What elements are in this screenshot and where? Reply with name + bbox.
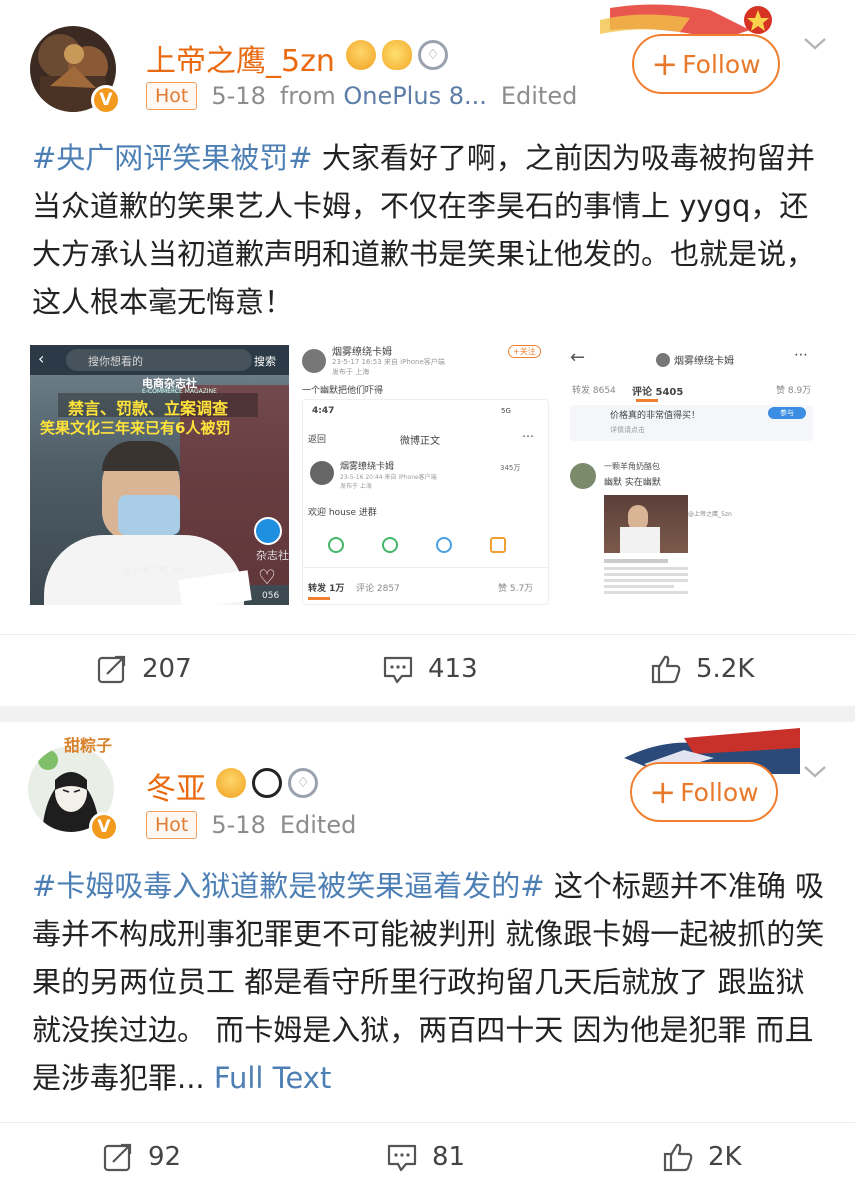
- comment-text: 幽默 实在幽默: [604, 478, 661, 488]
- username[interactable]: 冬亚: [146, 764, 206, 808]
- repost-button[interactable]: 207: [96, 653, 192, 685]
- post-text: #央广网评笑果被罚# 大家看好了啊，之前因为吸毒被拘留并当众道歉的笑果艺人卡姆，…: [32, 141, 816, 319]
- tab-like: 赞 8.9万: [776, 386, 812, 396]
- ad-sub: 详情请点击: [610, 426, 645, 434]
- verified-badge-icon: V: [89, 812, 119, 842]
- status-time: 4:47: [312, 406, 335, 416]
- repost-count: 92: [148, 1142, 182, 1172]
- full-text-link[interactable]: Full Text: [205, 1061, 331, 1095]
- medal-badge-icon: ♢: [288, 768, 318, 798]
- pufferfish-badge-icon: [382, 40, 412, 70]
- headline-1: 禁言、罚款、立案调查: [68, 399, 229, 418]
- top-meta: 23-5-17 16:53 来自 iPhone客户端: [332, 358, 445, 366]
- status-signal: 5G: [501, 407, 511, 415]
- top-loc: 发布于 上海: [332, 368, 370, 376]
- edited-label: Edited: [279, 811, 357, 839]
- post-date: 5-18: [211, 811, 266, 839]
- post-card: 甜粽子 V 冬亚 ♢ Hot 5-18 Edited + Follow #卡姆吸毒…: [0, 722, 855, 1200]
- repost-icon: [103, 1143, 132, 1172]
- thumbs-up-icon: [663, 1143, 693, 1172]
- medal-badge-icon: ♢: [418, 40, 448, 70]
- image-thumbnail-2[interactable]: 烟雾缭绕卡姆 23-5-17 16:53 来自 iPhone客户端 发布于 上海…: [296, 345, 555, 605]
- plus-icon: +: [649, 773, 677, 811]
- image-grid: ‹ 搜你想看的 搜索 电商杂志社 E-COMMERCE MAGAZINE 禁言、…: [30, 345, 821, 605]
- user-badges: ♢: [216, 768, 318, 798]
- ad-button: 参与: [768, 407, 806, 419]
- post-card: V 上帝之鹰_5zn ♢ Hot 5-18 from OnePlus 8... …: [0, 0, 855, 706]
- author-loc: 发布于 上海: [340, 483, 372, 490]
- corner-label: 杂志社: [256, 549, 289, 562]
- follow-button[interactable]: + Follow: [630, 762, 778, 822]
- avatar-caption: 甜粽子: [64, 736, 113, 755]
- watermark: @上帝之鹰_5zn: [688, 511, 732, 518]
- search-button-label: 搜索: [254, 355, 276, 368]
- user-badges: ♢: [346, 40, 448, 70]
- like-count: 5.2K: [696, 654, 755, 684]
- username[interactable]: 上帝之鹰_5zn: [146, 36, 335, 80]
- arrow-left-icon: ←: [570, 347, 586, 368]
- comment-count: 413: [428, 654, 478, 684]
- commenter-name: 一颗羊角奶酪包: [604, 462, 660, 471]
- repost-button[interactable]: 92: [102, 1141, 181, 1173]
- action-bar: 92 81 2K: [0, 1122, 855, 1192]
- headline-2: 笑果文化三年来已有6人被罚: [40, 419, 231, 437]
- tab-repost: 转发 1万: [308, 584, 345, 594]
- member-crown-icon: [216, 768, 246, 798]
- post-source: from OnePlus 8...: [279, 82, 487, 110]
- hashtag-link[interactable]: #央广网评笑果被罚#: [32, 141, 313, 175]
- back-icon: ‹: [38, 349, 45, 368]
- more-icon: ⋯: [522, 429, 534, 443]
- watermark: @上帝之鹰_5zn: [122, 566, 188, 576]
- comment-icon: [383, 656, 413, 684]
- back-link: 返回: [308, 435, 327, 445]
- more-icon: ⋯: [794, 347, 808, 363]
- page-title: 微博正文: [400, 436, 440, 447]
- image-thumbnail-1[interactable]: ‹ 搜你想看的 搜索 电商杂志社 E-COMMERCE MAGAZINE 禁言、…: [30, 345, 289, 605]
- comment-button[interactable]: 81: [386, 1141, 465, 1173]
- chevron-down-icon[interactable]: [802, 30, 828, 56]
- heart-icon: ♡: [258, 565, 276, 589]
- plus-icon: +: [651, 45, 679, 83]
- thumbs-up-icon: [651, 655, 681, 684]
- hashtag-link[interactable]: #卡姆吸毒入狱道歉是被笑果逼着发的#: [32, 869, 545, 903]
- repost-icon: [97, 655, 126, 684]
- post-text: #卡姆吸毒入狱道歉是被笑果逼着发的# 这个标题并不准确 吸毒并不构成刑事犯罪更不…: [32, 869, 825, 1095]
- follow-button[interactable]: + Follow: [632, 34, 780, 94]
- top-follow: +关注: [508, 345, 541, 358]
- tab-comment: 评论 5405: [632, 387, 684, 398]
- tab-comment: 评论 2857: [356, 584, 400, 594]
- edited-label: Edited: [500, 82, 578, 110]
- comment-count: 81: [432, 1142, 466, 1172]
- post-meta: Hot 5-18 Edited: [146, 811, 356, 839]
- header-title: 烟雾缭绕卡姆: [674, 356, 734, 367]
- post-separator: [0, 706, 855, 722]
- panda-badge-icon: [252, 768, 282, 798]
- fans-count: 345万: [500, 464, 521, 472]
- comment-button[interactable]: 413: [382, 653, 478, 685]
- quote-text: 一个幽默把他们吓得: [302, 386, 384, 396]
- comment-icon: [387, 1144, 417, 1172]
- verified-badge-icon: V: [91, 85, 121, 115]
- hot-badge: Hot: [146, 811, 198, 839]
- post-date: 5-18: [211, 82, 266, 110]
- chevron-down-icon[interactable]: [802, 758, 828, 784]
- ad-text: 价格真的非常值得买！: [610, 411, 701, 421]
- tab-repost: 转发 8654: [572, 386, 616, 396]
- author-name: 烟雾缭绕卡姆: [340, 462, 395, 472]
- post-text-mini: 欢迎 house 进群: [308, 508, 377, 518]
- member-crown-icon: [346, 40, 376, 70]
- search-placeholder: 搜你想看的: [88, 355, 143, 368]
- like-count: 2K: [708, 1142, 742, 1172]
- tab-like: 赞 5.7万: [498, 584, 534, 594]
- like-count: 056: [262, 591, 280, 601]
- image-thumbnail-3[interactable]: ← 烟雾缭绕卡姆 ⋯ 转发 8654 评论 5405 赞 8.9万 价格真的非常…: [562, 345, 821, 605]
- action-bar: 207 413 5.2K: [0, 634, 855, 704]
- hot-badge: Hot: [146, 82, 198, 110]
- post-meta: Hot 5-18 from OnePlus 8... Edited: [146, 82, 577, 110]
- like-button[interactable]: 5.2K: [650, 653, 754, 685]
- repost-count: 207: [142, 654, 192, 684]
- like-button[interactable]: 2K: [662, 1141, 742, 1173]
- author-meta: 23-5-16 20:44 来自 iPhone客户端: [340, 474, 437, 481]
